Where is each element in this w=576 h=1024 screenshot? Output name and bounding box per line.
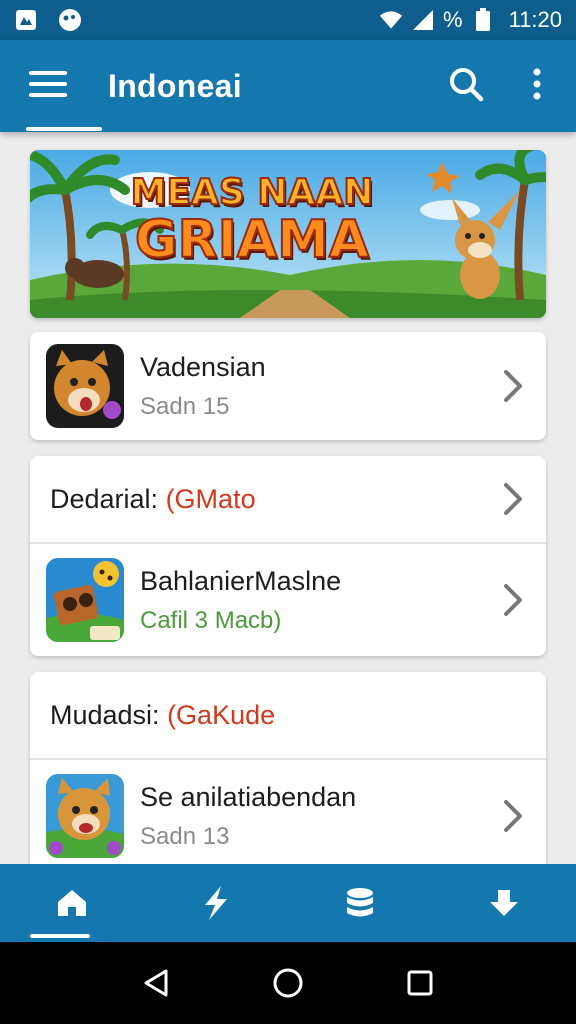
- system-recents-button[interactable]: [400, 963, 440, 1003]
- list-card: Dedarial: (GMato BahlanierMaslne Cafil 3…: [30, 456, 546, 656]
- more-vert-icon: [532, 68, 542, 105]
- item-title: Vadensian: [140, 351, 266, 382]
- banner-title-line2: GRIAMA: [134, 209, 370, 271]
- home-icon: [58, 890, 86, 916]
- section-header[interactable]: Dedarial: (GMato: [30, 456, 546, 542]
- system-nav-bar: [0, 942, 576, 1024]
- home-circle-icon: [273, 968, 303, 998]
- list-card: Vadensian Sadn 15: [30, 332, 546, 440]
- chevron-right-icon: [504, 370, 522, 402]
- search-icon: [448, 66, 484, 107]
- battery-icon: [471, 8, 495, 32]
- image-icon: [14, 8, 38, 32]
- item-subtitle: Sadn 13: [140, 822, 230, 850]
- bolt-icon: [205, 886, 227, 920]
- chevron-right-icon: [504, 800, 522, 832]
- item-subtitle: Sadn 15: [140, 392, 230, 420]
- section-title: Dedarial: (GMato: [50, 484, 256, 515]
- database-icon: [347, 888, 373, 917]
- chevron-right-icon: [504, 483, 522, 515]
- recents-icon: [407, 970, 433, 996]
- list-item[interactable]: BahlanierMaslne Cafil 3 Macb): [30, 542, 546, 656]
- section-accent: (GaKude: [167, 699, 276, 730]
- list-item[interactable]: Vadensian Sadn 15: [30, 332, 546, 440]
- list-item[interactable]: Se anilatiabendan Sadn 13: [30, 758, 546, 864]
- nav-database[interactable]: [320, 873, 400, 933]
- app-bar-tab-indicator: [26, 127, 102, 131]
- app-icon: [46, 774, 124, 858]
- content-scroll[interactable]: MEAS NAAN GRIAMA Vadensian Sadn 15 Dedar…: [0, 132, 576, 864]
- item-title: BahlanierMaslne: [140, 565, 342, 596]
- wifi-icon: [379, 8, 403, 32]
- promo-banner[interactable]: MEAS NAAN GRIAMA: [30, 150, 546, 318]
- signal-icon: [411, 8, 435, 32]
- back-icon: [144, 969, 168, 997]
- download-icon: [490, 890, 518, 916]
- section-accent: (GMato: [165, 483, 256, 514]
- menu-button[interactable]: [20, 58, 76, 114]
- nav-home[interactable]: [32, 873, 112, 933]
- system-home-button[interactable]: [268, 963, 308, 1003]
- section-title: Mudadsi: (GaKude: [50, 700, 275, 731]
- nav-download[interactable]: [464, 873, 544, 933]
- app-bar: Indoneai: [0, 40, 576, 132]
- item-title: Se anilatiabendan: [140, 781, 357, 812]
- nav-bolt[interactable]: [176, 873, 256, 933]
- system-back-button[interactable]: [136, 963, 176, 1003]
- section-label: Dedarial:: [50, 483, 166, 514]
- search-button[interactable]: [438, 58, 494, 114]
- status-bar: % 11:20: [0, 0, 576, 40]
- menu-icon: [29, 69, 67, 104]
- item-subtitle: Cafil 3 Macb): [140, 606, 282, 634]
- app-icon: [46, 558, 124, 642]
- status-time: 11:20: [508, 7, 562, 32]
- more-options-button[interactable]: [512, 58, 562, 114]
- battery-percent: %: [443, 7, 463, 32]
- app-icon: [46, 344, 124, 428]
- chevron-right-icon: [504, 584, 522, 616]
- section-label: Mudadsi:: [50, 699, 168, 730]
- list-card: Mudadsi: (GaKude Se anilatiabendan Sadn …: [30, 672, 546, 864]
- face-icon: [58, 8, 82, 32]
- section-header[interactable]: Mudadsi: (GaKude: [30, 672, 546, 758]
- nav-selected-indicator: [30, 934, 90, 938]
- bottom-nav: [0, 864, 576, 942]
- app-title: Indoneai: [108, 67, 242, 104]
- banner-title-line1: MEAS NAAN: [130, 171, 375, 214]
